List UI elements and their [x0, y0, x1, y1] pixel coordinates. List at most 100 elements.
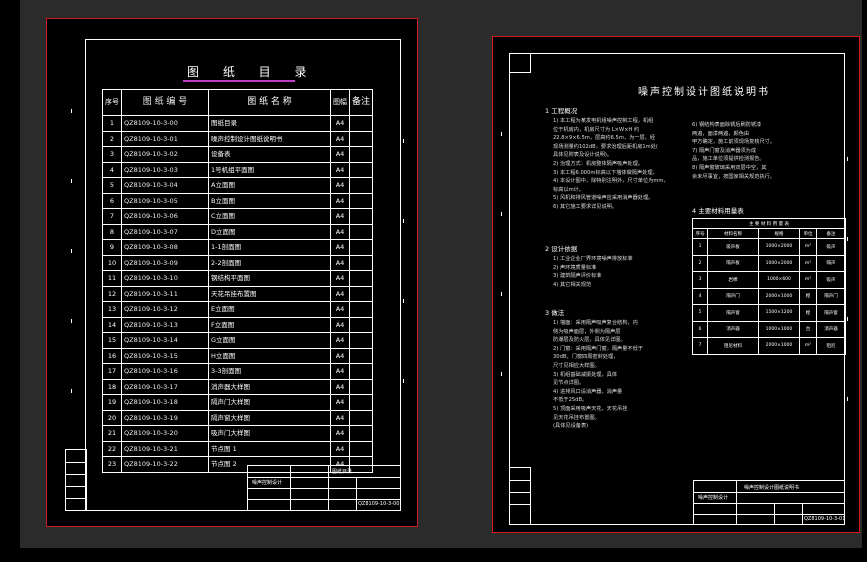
text-line: 5) 顶面采用吸声天花，天花吊挂	[553, 405, 628, 412]
table-row: 21 QZ8109-10-3-20 吸声门大样图 A4	[102, 425, 374, 442]
text-line: (具体见设备表)	[553, 423, 589, 430]
table-cell: QZ8109-10-3-03	[121, 161, 209, 178]
section-body-right: 6) 钢结构表面除锈后刷防锈漆 两遍，面漆两遍，颜色由甲方确定，施工前须现场复核尺…	[692, 121, 775, 181]
table-cell	[348, 239, 374, 256]
table-row: 22 QZ8109-10-3-21 节点图 1 A4	[102, 440, 374, 457]
corner-box	[509, 53, 531, 73]
text-line: 3) 建筑隔声评价标准	[553, 273, 602, 280]
title-block-drawing-no: QZ8109-10-3-00	[358, 501, 400, 507]
table-cell: 1	[102, 115, 122, 132]
table-row: 13 QZ8109-10-3-12 E立面图 A4	[102, 301, 374, 318]
table-cell: QZ8109-10-3-04	[121, 177, 209, 194]
table-cell: QZ8109-10-3-11	[121, 285, 209, 302]
table-cell: 1号机组平面图	[208, 161, 331, 178]
table-cell: QZ8109-10-3-17	[121, 378, 209, 395]
table-cell: 阻尼	[816, 337, 846, 355]
text-line: 2) 治理方式：机房整体隔声吸声处理。	[553, 160, 643, 167]
table-cell: 4	[102, 161, 122, 178]
table-cell	[348, 347, 374, 364]
table-cell: 8	[102, 223, 122, 240]
title-block-drawing-name: 图纸目录	[332, 469, 353, 475]
table-cell: C立面图	[208, 208, 331, 225]
table-cell: 图纸目录	[208, 115, 331, 132]
table-cell: 10	[102, 254, 122, 271]
text-line: 余未尽事宜，按国家相关规范执行。	[692, 173, 776, 180]
frame-tick	[847, 317, 848, 321]
section-body: 1) 墙面：采用隔声吸声复合结构，内 侧为吸声面层，外侧为隔声层 防潮层及防火层，具…	[553, 319, 643, 431]
table-cell	[348, 130, 374, 147]
table-row: 2 QZ8109-10-3-01 噪声控制设计图纸说明书 A4	[102, 130, 374, 147]
cad-viewport[interactable]: 图 纸 目 录 序号图 纸 编 号图 纸 名 称图幅 备注 1 QZ8109-10-3…	[20, 0, 862, 548]
section-heading: 2 设计依据	[545, 245, 578, 253]
table-cell: A4	[330, 208, 350, 225]
material-caption-row: 主 要 材 料 用 量 表	[692, 218, 846, 229]
section-heading: 1 工程概况	[545, 107, 578, 115]
frame-tick	[847, 397, 848, 401]
table-cell: 天花吊挂布置图	[208, 285, 331, 302]
text-line: 1) 工业企业厂界环境噪声排放标准	[553, 256, 633, 262]
text-line: 不低于25dB。	[553, 397, 588, 404]
material-table: 主 要 材 料 用 量 表序号 材料名称 规格 单位 备注 1 吸声板 1000×2000 m²…	[692, 218, 846, 355]
table-cell: A4	[330, 394, 350, 411]
table-cell: 1000×1000	[758, 320, 800, 338]
table-row: 3 QZ8109-10-3-02 设备表 A4	[102, 146, 374, 163]
table-cell: 隔声门	[816, 287, 846, 305]
table-cell: 13	[102, 301, 122, 318]
table-cell: 5	[102, 177, 122, 194]
table-cell: QZ8109-10-3-02	[121, 146, 209, 163]
table-cell: A4	[330, 130, 350, 147]
table-cell: 11	[102, 270, 122, 287]
table-cell	[348, 378, 374, 395]
text-line: 侧为吸声面层，外侧为隔声层	[553, 328, 621, 335]
table-cell	[348, 301, 374, 318]
catalog-header-cell: 序号	[102, 89, 122, 116]
text-line: 甲方确定，施工前须现场复核尺寸。	[692, 139, 776, 146]
table-cell	[348, 161, 374, 178]
table-cell: 1-1剖面图	[208, 239, 331, 256]
table-cell: 20	[102, 409, 122, 426]
table-cell: QZ8109-10-3-21	[121, 440, 209, 457]
table-cell	[348, 177, 374, 194]
title-block: 噪声控制设计图纸说明书 噪声控制设计 QZ8109-10-3-01	[693, 480, 845, 525]
table-cell: A4	[330, 378, 350, 395]
table-cell: E立面图	[208, 301, 331, 318]
text-line: 尺寸见相应大样图。	[553, 362, 600, 369]
table-cell: QZ8109-10-3-13	[121, 316, 209, 333]
table-cell: A4	[330, 425, 350, 442]
table-cell: QZ8109-10-3-18	[121, 394, 209, 411]
material-header-cell: 序号	[692, 228, 708, 239]
frame-tick	[501, 372, 502, 376]
section-heading: 3 做法	[545, 309, 565, 317]
table-cell: QZ8109-10-3-14	[121, 332, 209, 349]
table-cell: A4	[330, 301, 350, 318]
section-heading: 4 主要材料用量表	[692, 207, 744, 215]
title-block-project: 噪声控制设计	[252, 480, 283, 486]
table-row: 19 QZ8109-10-3-18 隔声门大样图 A4	[102, 394, 374, 411]
table-cell: 9	[102, 239, 122, 256]
table-row: 8 QZ8109-10-3-07 D立面图 A4	[102, 223, 374, 240]
table-cell	[348, 363, 374, 380]
table-cell: A4	[330, 270, 350, 287]
table-row: 20 QZ8109-10-3-19 隔声窗大样图 A4	[102, 409, 374, 426]
table-cell: QZ8109-10-3-06	[121, 208, 209, 225]
table-row: 5 隔声窗 1500×1200 樘隔声窗	[692, 304, 846, 322]
binding-column	[509, 467, 531, 525]
catalog-header-cell: 图幅	[330, 89, 350, 116]
table-cell: 隔声窗	[707, 304, 759, 322]
text-line: 7) 隔声门窗及消声器须为成	[692, 147, 757, 154]
table-cell: 消声器大样图	[208, 378, 331, 395]
table-cell: 吸声	[816, 238, 846, 256]
table-cell: 6	[692, 320, 708, 338]
table-cell	[348, 440, 374, 457]
table-cell: 7	[102, 208, 122, 225]
table-cell	[348, 316, 374, 333]
table-cell: A4	[330, 239, 350, 256]
table-cell: A4	[330, 192, 350, 209]
text-line: 见节点详图。	[553, 380, 585, 387]
frame-tick	[71, 389, 72, 393]
table-cell: 4	[692, 287, 708, 305]
title-underline	[183, 80, 295, 82]
text-line: 两遍，面漆两遍，颜色由	[692, 130, 750, 137]
frame-tick	[847, 157, 848, 161]
text-line: 6) 钢结构表面除锈后刷防锈漆	[692, 122, 762, 128]
